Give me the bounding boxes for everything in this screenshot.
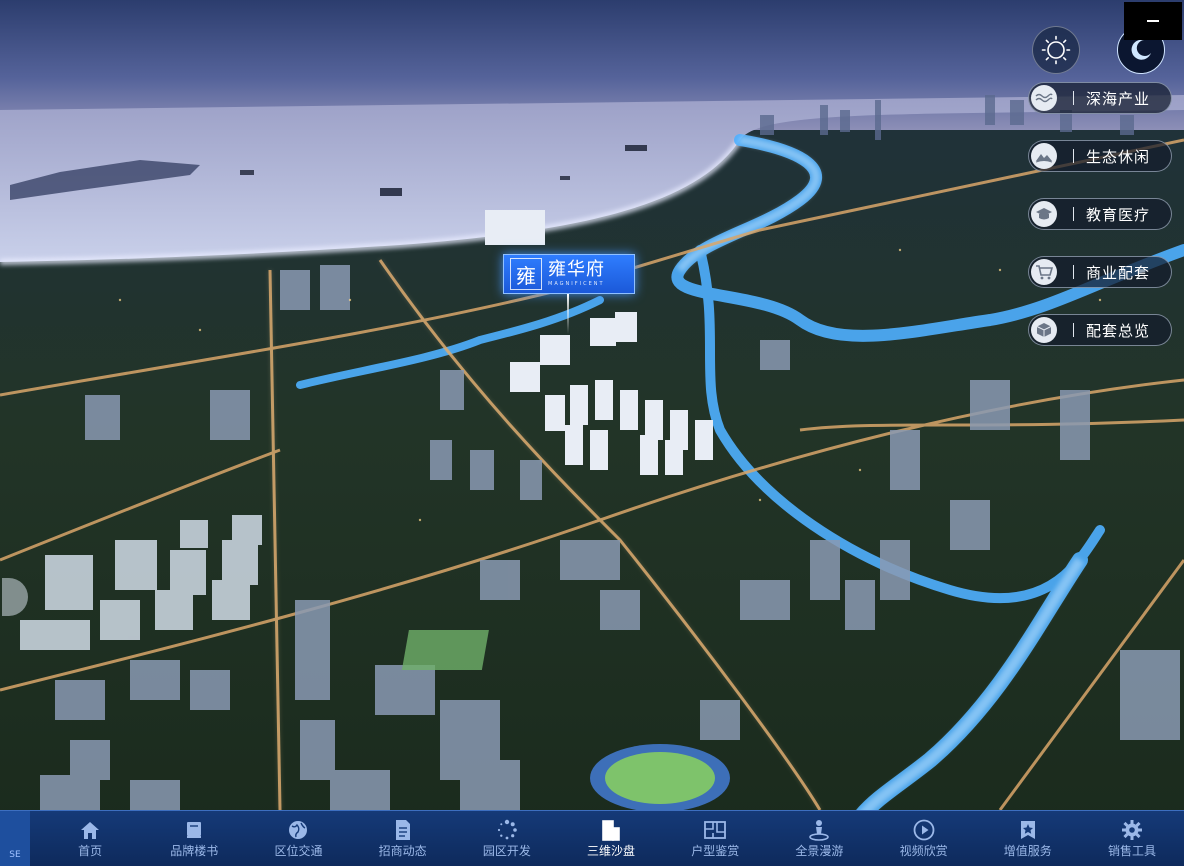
nav-item-value-added-service[interactable]: 增值服务 — [976, 811, 1080, 866]
document-icon — [395, 820, 410, 840]
poi-label: 商业配套 — [1086, 263, 1151, 282]
poi-label: 配套总览 — [1086, 321, 1151, 340]
graduation-cap-icon — [1031, 201, 1057, 227]
nav-left-tab[interactable]: SE — [0, 811, 30, 866]
nav-item-location[interactable]: 区位交通 — [246, 811, 350, 866]
nav-item-home[interactable]: 首页 — [38, 811, 142, 866]
poi-label: 生态休闲 — [1086, 147, 1151, 166]
bottom-nav: SE 首页 品牌楼书 区位交通 招商动态 园区开发 三维沙盘 户型鉴赏 全景漫游… — [0, 810, 1184, 866]
day-mode-button[interactable] — [1032, 26, 1080, 74]
buildings-icon — [602, 820, 620, 841]
project-marker[interactable]: 雍 雍华府 MAGNIFICENT — [503, 254, 635, 294]
nav-label: 销售工具 — [1107, 844, 1156, 858]
nav-label: 三维沙盘 — [587, 844, 636, 858]
separator — [1073, 323, 1074, 337]
nav-item-floorplan[interactable]: 户型鉴赏 — [663, 811, 767, 866]
home-icon — [81, 822, 100, 839]
poi-button-commercial[interactable]: 商业配套 — [1028, 256, 1172, 288]
nav-item-brand-book[interactable]: 品牌楼书 — [142, 811, 246, 866]
poi-button-education-medical[interactable]: 教育医疗 — [1028, 198, 1172, 230]
landscape-icon — [1031, 143, 1057, 169]
poi-menu: 深海产业 生态休闲 教育医疗 商业配套 配套总览 — [1028, 82, 1172, 372]
book-icon — [187, 822, 202, 838]
nav-label: 区位交通 — [274, 844, 323, 858]
project-logo-icon: 雍 — [510, 258, 542, 290]
nav-label: 户型鉴赏 — [691, 844, 740, 858]
aerial-city-scene[interactable] — [0, 0, 1184, 865]
minimize-icon — [1147, 20, 1159, 22]
nav-item-panorama[interactable]: 全景漫游 — [767, 811, 871, 866]
nav-label: 首页 — [78, 844, 103, 858]
nav-item-3d-sandbox[interactable]: 三维沙盘 — [559, 811, 663, 866]
spinner-icon — [497, 819, 517, 840]
nav-label: 视频欣赏 — [899, 844, 948, 858]
nav-label: 增值服务 — [1003, 844, 1052, 858]
gear-icon — [1121, 820, 1142, 840]
poi-label: 教育医疗 — [1086, 205, 1151, 224]
separator — [1073, 265, 1074, 279]
minimize-button[interactable] — [1124, 2, 1182, 40]
cart-icon — [1031, 259, 1057, 285]
nav-label: 全景漫游 — [795, 844, 844, 858]
separator — [1073, 91, 1074, 105]
project-name: 雍华府 — [548, 259, 605, 280]
nav-label: 招商动态 — [378, 844, 427, 858]
nav-label: 园区开发 — [482, 844, 531, 858]
globe-icon — [289, 821, 308, 839]
nav-item-investment-news[interactable]: 招商动态 — [351, 811, 455, 866]
nav-item-video[interactable]: 视频欣赏 — [872, 811, 976, 866]
poi-button-deep-sea[interactable]: 深海产业 — [1028, 82, 1172, 114]
sun-icon — [1041, 35, 1071, 65]
poi-button-eco-leisure[interactable]: 生态休闲 — [1028, 140, 1172, 172]
cube-icon — [1031, 317, 1057, 343]
play-icon — [913, 819, 934, 841]
nav-item-sales-tools[interactable]: 销售工具 — [1080, 811, 1184, 866]
separator — [1073, 207, 1074, 221]
project-marker-pin — [567, 294, 569, 334]
floorplan-icon — [704, 821, 727, 839]
poi-label: 深海产业 — [1086, 89, 1151, 108]
badge-icon — [1020, 821, 1035, 839]
separator — [1073, 149, 1074, 163]
nav-label: 品牌楼书 — [170, 844, 219, 858]
person-pin-icon — [809, 820, 830, 841]
nav-item-park-development[interactable]: 园区开发 — [455, 811, 559, 866]
moon-icon — [1131, 39, 1151, 60]
waves-icon — [1031, 85, 1057, 111]
poi-button-overview[interactable]: 配套总览 — [1028, 314, 1172, 346]
project-subtitle: MAGNIFICENT — [548, 281, 605, 287]
